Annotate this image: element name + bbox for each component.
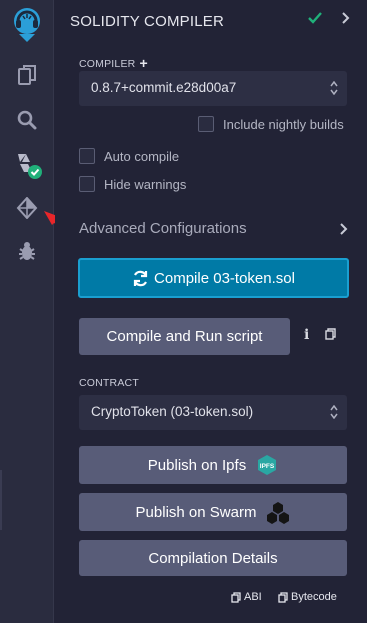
nightly-builds-label: Include nightly builds [223, 116, 344, 132]
compilation-details-label: Compilation Details [148, 549, 278, 567]
solidity-compiler-panel: SOLIDITY COMPILER COMPILER + 0.8.7+commit… [55, 0, 367, 623]
compile-button[interactable]: Compile 03-token.sol [78, 258, 349, 298]
remix-logo-icon[interactable] [0, 2, 54, 46]
advanced-configurations-toggle[interactable]: Advanced Configurations [79, 220, 247, 237]
refresh-icon [133, 270, 148, 286]
check-icon [308, 12, 322, 24]
nightly-builds-checkbox[interactable] [198, 116, 214, 132]
contract-select[interactable]: CryptoToken (03-token.sol) [79, 395, 347, 430]
auto-compile-checkbox[interactable] [79, 148, 95, 164]
hide-warnings-label: Hide warnings [104, 176, 187, 192]
auto-compile-label: Auto compile [104, 148, 180, 164]
compiler-version-value: 0.8.7+commit.e28d00a7 [91, 80, 237, 95]
rail-scroll-handle[interactable] [0, 470, 2, 530]
compile-button-label: Compile 03-token.sol [154, 269, 295, 287]
compiler-label: COMPILER + [79, 55, 148, 71]
ipfs-icon: IPFS [258, 455, 277, 475]
info-icon[interactable]: i [304, 327, 309, 343]
file-explorer-icon[interactable] [0, 62, 54, 88]
chevron-right-icon[interactable] [339, 223, 349, 235]
bytecode-label: Bytecode [291, 591, 337, 603]
contract-selected-value: CryptoToken (03-token.sol) [91, 404, 254, 419]
compile-and-run-button[interactable]: Compile and Run script [79, 318, 290, 355]
publish-ipfs-label: Publish on Ipfs [147, 456, 247, 474]
panel-title: SOLIDITY COMPILER [70, 13, 224, 30]
solidity-compiler-icon[interactable] [0, 150, 54, 180]
publish-ipfs-button[interactable]: Publish on Ipfs IPFS [79, 446, 347, 484]
publish-swarm-label: Publish on Swarm [135, 503, 257, 521]
chevron-right-icon[interactable] [341, 12, 351, 24]
search-icon[interactable] [0, 107, 54, 133]
add-compiler-icon[interactable]: + [139, 55, 147, 71]
compiler-label-text: COMPILER [79, 58, 136, 70]
nightly-builds-option[interactable]: Include nightly builds [198, 116, 344, 132]
publish-swarm-button[interactable]: Publish on Swarm [79, 493, 347, 531]
select-caret-icon [330, 405, 338, 419]
auto-compile-option[interactable]: Auto compile [79, 148, 179, 164]
swarm-icon [267, 502, 290, 524]
select-caret-icon [330, 81, 338, 95]
copy-abi-link[interactable]: ABI [231, 591, 262, 603]
compiler-version-select[interactable]: 0.8.7+commit.e28d00a7 [79, 71, 347, 106]
copy-icon[interactable] [325, 328, 336, 340]
compile-and-run-label: Compile and Run script [106, 328, 263, 345]
copy-icon [278, 591, 288, 603]
copy-bytecode-link[interactable]: Bytecode [278, 591, 337, 603]
contract-label: CONTRACT [79, 377, 139, 389]
svg-text:IPFS: IPFS [260, 463, 275, 470]
hide-warnings-checkbox[interactable] [79, 176, 95, 192]
abi-label: ABI [244, 591, 262, 603]
compilation-details-button[interactable]: Compilation Details [79, 540, 347, 576]
hide-warnings-option[interactable]: Hide warnings [79, 176, 186, 192]
icon-sidebar [0, 0, 54, 623]
copy-icon [231, 591, 241, 603]
